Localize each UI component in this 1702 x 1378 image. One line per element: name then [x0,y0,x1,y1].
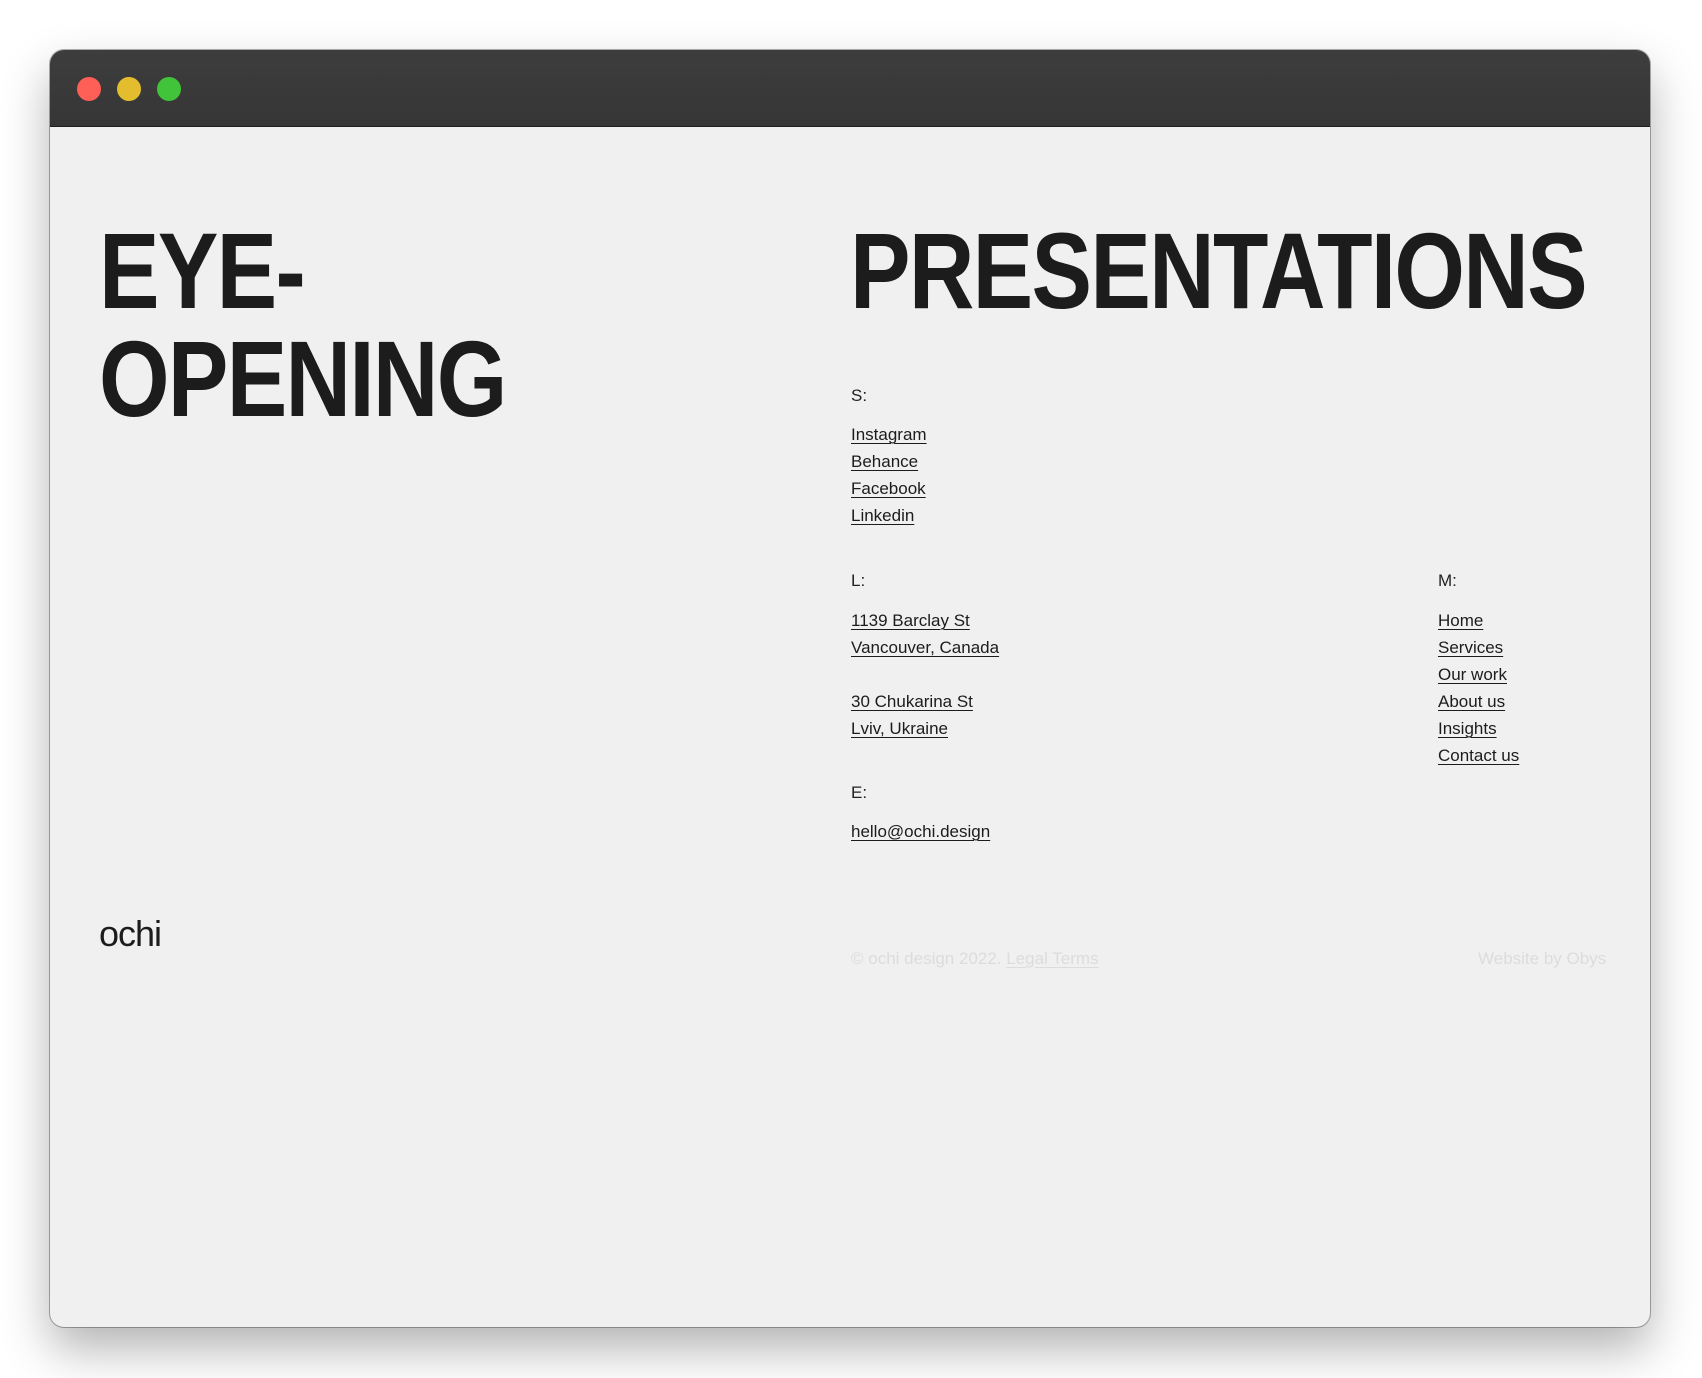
title-bar [50,50,1650,127]
social-link-label[interactable]: Behance [851,452,918,471]
address-vancouver-line-1[interactable]: 1139 Barclay St [851,607,999,634]
social-link-label[interactable]: Facebook [851,479,926,498]
website-credit-link[interactable]: Website by Obys [1478,949,1606,969]
address-spacer [851,661,999,688]
menu-item-label[interactable]: Our work [1438,665,1507,684]
social-link-label[interactable]: Instagram [851,425,927,444]
maximize-window-button[interactable] [157,77,181,101]
social-link-linkedin[interactable]: Linkedin [851,502,927,529]
headline-line-3: PRESENTATIONS [850,210,1588,331]
address-text[interactable]: Vancouver, Canada [851,638,999,657]
browser-window: EYE- OPENING PRESENTATIONS S: Instagram … [50,50,1650,1327]
email-label: E: [851,783,868,802]
social-link-label[interactable]: Linkedin [851,506,914,525]
address-vancouver-line-2[interactable]: Vancouver, Canada [851,634,999,661]
menu-item-our-work[interactable]: Our work [1438,661,1519,688]
email-list: hello@ochi.design [851,818,990,845]
headline-line-2: OPENING [99,318,507,439]
menu-item-services[interactable]: Services [1438,634,1519,661]
menu-item-label[interactable]: Home [1438,611,1483,630]
menu-item-label[interactable]: Services [1438,638,1503,657]
copyright-text: © ochi design 2022. Legal Terms [851,949,1099,969]
copyright-label: © ochi design 2022. [851,949,1002,968]
footer-page: EYE- OPENING PRESENTATIONS S: Instagram … [50,127,1650,1327]
menu-item-label[interactable]: About us [1438,692,1505,711]
social-link-behance[interactable]: Behance [851,448,927,475]
menu-item-insights[interactable]: Insights [1438,715,1519,742]
socials-list: Instagram Behance Facebook Linkedin [851,421,927,529]
menu-item-label[interactable]: Contact us [1438,746,1519,765]
locations-list: 1139 Barclay St Vancouver, Canada 30 Chu… [851,607,999,742]
address-text[interactable]: 1139 Barclay St [851,611,970,630]
locations-label: L: [851,571,866,590]
ochi-logo[interactable]: ochi [99,913,162,955]
menu-item-label[interactable]: Insights [1438,719,1497,738]
social-link-facebook[interactable]: Facebook [851,475,927,502]
close-window-button[interactable] [77,77,101,101]
minimize-window-button[interactable] [117,77,141,101]
address-text[interactable]: Lviv, Ukraine [851,719,948,738]
email-link[interactable]: hello@ochi.design [851,818,990,845]
headline-line-1: EYE- [99,210,306,331]
social-link-instagram[interactable]: Instagram [851,421,927,448]
menu-item-home[interactable]: Home [1438,607,1519,634]
menu-list: Home Services Our work About us Insights… [1438,607,1519,769]
menu-item-contact-us[interactable]: Contact us [1438,742,1519,769]
address-text[interactable]: 30 Chukarina St [851,692,973,711]
menu-item-about-us[interactable]: About us [1438,688,1519,715]
legal-terms-link[interactable]: Legal Terms [1006,949,1098,968]
email-address[interactable]: hello@ochi.design [851,822,990,841]
address-lviv-line-1[interactable]: 30 Chukarina St [851,688,999,715]
address-lviv-line-2[interactable]: Lviv, Ukraine [851,715,999,742]
menu-label: M: [1438,571,1457,590]
socials-label: S: [851,386,868,405]
